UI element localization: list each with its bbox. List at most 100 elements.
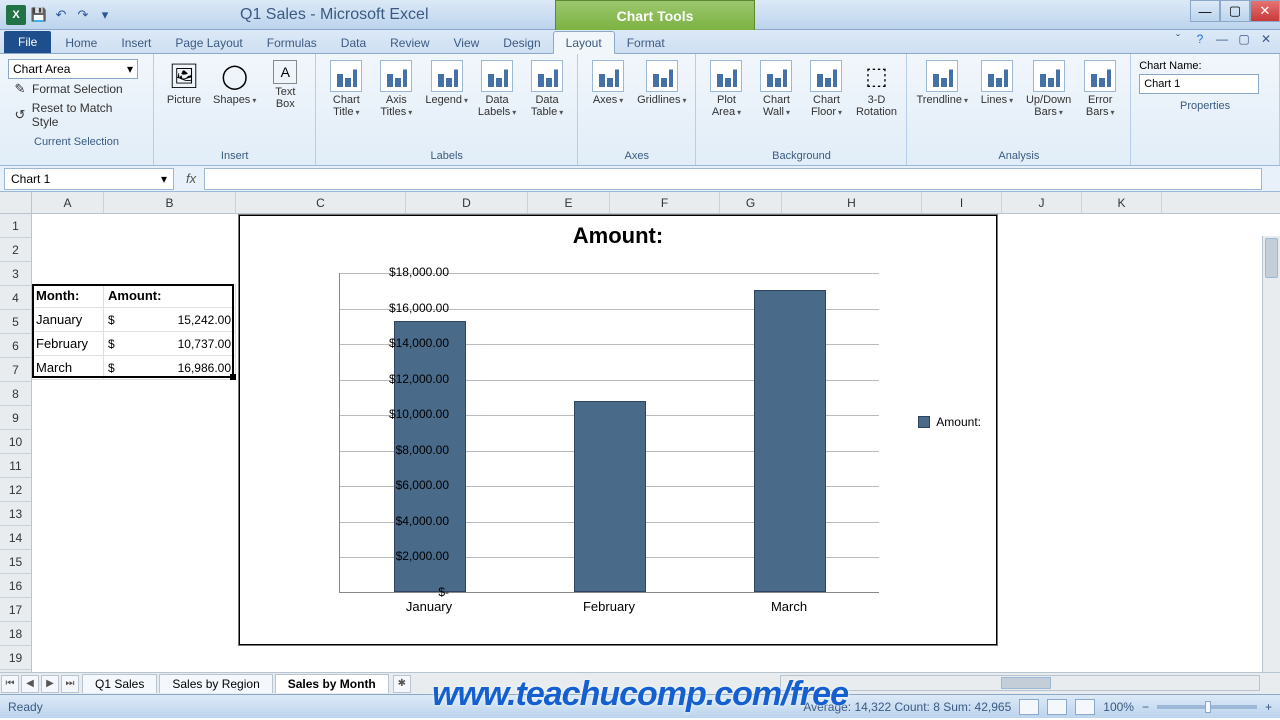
- zoom-slider[interactable]: [1157, 705, 1257, 709]
- tab-layout[interactable]: Layout: [553, 31, 615, 54]
- fx-icon[interactable]: fx: [178, 171, 204, 186]
- sheet-tab[interactable]: Sales by Region: [159, 674, 272, 693]
- close-button[interactable]: ✕: [1250, 0, 1280, 22]
- chart-floor-button[interactable]: Chart Floor: [802, 56, 850, 148]
- lines-button[interactable]: Lines: [973, 56, 1021, 148]
- tab-design[interactable]: Design: [491, 32, 552, 53]
- data-table-icon: [531, 60, 563, 92]
- axis-titles-icon: [380, 60, 412, 92]
- shapes-icon: ◯: [219, 60, 251, 92]
- group-label-current-selection: Current Selection: [6, 134, 147, 151]
- error-bars-icon: [1084, 60, 1116, 92]
- updown-icon: [1033, 60, 1065, 92]
- tab-view[interactable]: View: [442, 32, 492, 53]
- zoom-in-button[interactable]: +: [1265, 700, 1272, 714]
- tab-formulas[interactable]: Formulas: [255, 32, 329, 53]
- group-label-insert: Insert: [160, 148, 309, 165]
- axis-titles-button[interactable]: Axis Titles: [372, 56, 420, 148]
- rotation-button[interactable]: ⬚3-D Rotation: [852, 56, 900, 148]
- tab-home[interactable]: Home: [53, 32, 109, 53]
- excel-icon[interactable]: X: [6, 5, 26, 25]
- axes-icon: [592, 60, 624, 92]
- rotation-icon: ⬚: [860, 60, 892, 92]
- legend-button[interactable]: Legend: [422, 56, 471, 148]
- data-labels-button[interactable]: Data Labels: [473, 56, 521, 148]
- tab-format[interactable]: Format: [615, 32, 677, 53]
- column-headers[interactable]: ABCDEFGHIJK: [32, 192, 1280, 214]
- shapes-button[interactable]: ◯Shapes: [210, 56, 259, 148]
- qat-dropdown-icon[interactable]: ▾: [96, 6, 114, 24]
- error-bars-button[interactable]: Error Bars: [1076, 56, 1124, 148]
- help-icon[interactable]: ?: [1192, 32, 1208, 46]
- maximize-button[interactable]: ▢: [1220, 0, 1250, 22]
- zoom-out-button[interactable]: −: [1142, 700, 1149, 714]
- select-all-corner[interactable]: [0, 192, 32, 214]
- horizontal-scrollbar[interactable]: [780, 675, 1260, 691]
- undo-icon[interactable]: ↶: [52, 6, 70, 24]
- chart-tools-contextual-tab: Chart Tools: [555, 0, 755, 30]
- chart-plot-area[interactable]: [339, 273, 879, 593]
- doc-close-icon[interactable]: ✕: [1258, 32, 1274, 46]
- chart-name-input[interactable]: [1139, 74, 1259, 94]
- view-layout-button[interactable]: [1047, 699, 1067, 715]
- vertical-scrollbar[interactable]: [1262, 236, 1280, 672]
- insert-sheet-button[interactable]: ✱: [393, 675, 411, 693]
- reset-style-button[interactable]: ↺Reset to Match Style: [8, 99, 145, 131]
- axes-button[interactable]: Axes: [584, 56, 632, 148]
- tab-review[interactable]: Review: [378, 32, 441, 53]
- ribbon-minimize-icon[interactable]: ˇ: [1170, 32, 1186, 46]
- chart-title-icon: [330, 60, 362, 92]
- legend-swatch: [918, 416, 930, 428]
- sheet-tab-bar: ⏮ ◀ ▶ ⏭ Q1 Sales Sales by Region Sales b…: [0, 672, 1280, 694]
- window-title: Q1 Sales - Microsoft Excel: [240, 6, 429, 24]
- formula-input[interactable]: [204, 168, 1262, 190]
- chart-wall-icon: [760, 60, 792, 92]
- updown-bars-button[interactable]: Up/Down Bars: [1023, 56, 1074, 148]
- textbox-button[interactable]: AText Box: [261, 56, 309, 148]
- chart-legend[interactable]: Amount:: [918, 415, 981, 429]
- gridlines-button[interactable]: Gridlines: [634, 56, 689, 148]
- plot-area-button[interactable]: Plot Area: [702, 56, 750, 148]
- name-box[interactable]: Chart 1▾: [4, 168, 174, 190]
- view-pagebreak-button[interactable]: [1075, 699, 1095, 715]
- picture-icon: 🖼: [168, 60, 200, 92]
- formula-bar: Chart 1▾ fx: [0, 166, 1280, 192]
- ribbon-tabs: File Home Insert Page Layout Formulas Da…: [0, 30, 1280, 54]
- view-normal-button[interactable]: [1019, 699, 1039, 715]
- redo-icon[interactable]: ↷: [74, 6, 92, 24]
- legend-icon: [431, 60, 463, 92]
- row-headers[interactable]: 12345678910111213141516171819: [0, 214, 32, 672]
- tab-page-layout[interactable]: Page Layout: [163, 32, 254, 53]
- grid-body[interactable]: Month:Amount:JanuaryFebruaryMarch$15,242…: [32, 214, 1280, 672]
- data-table-button[interactable]: Data Table: [523, 56, 571, 148]
- tab-data[interactable]: Data: [329, 32, 378, 53]
- tab-insert[interactable]: Insert: [109, 32, 163, 53]
- lines-icon: [981, 60, 1013, 92]
- format-selection-button[interactable]: ✎Format Selection: [8, 79, 145, 99]
- sheet-tab[interactable]: Q1 Sales: [82, 674, 157, 693]
- sheet-nav-first[interactable]: ⏮: [1, 675, 19, 693]
- group-label-background: Background: [702, 148, 900, 165]
- sheet-nav-next[interactable]: ▶: [41, 675, 59, 693]
- minimize-button[interactable]: —: [1190, 0, 1220, 22]
- chart-wall-button[interactable]: Chart Wall: [752, 56, 800, 148]
- chart-title-button[interactable]: Chart Title: [322, 56, 370, 148]
- chart-name-label: Chart Name:: [1139, 60, 1271, 72]
- status-aggregate: Average: 14,322 Count: 8 Sum: 42,965: [803, 700, 1011, 714]
- sheet-nav-last[interactable]: ⏭: [61, 675, 79, 693]
- chart-element-selector[interactable]: Chart Area▾: [8, 59, 138, 79]
- tab-file[interactable]: File: [4, 31, 51, 53]
- group-label-labels: Labels: [322, 148, 571, 165]
- sheet-tab[interactable]: Sales by Month: [275, 674, 389, 693]
- doc-restore-icon[interactable]: ▢: [1236, 32, 1252, 46]
- chart-floor-icon: [810, 60, 842, 92]
- zoom-value[interactable]: 100%: [1103, 700, 1134, 714]
- save-icon[interactable]: 💾: [30, 6, 48, 24]
- chart-title[interactable]: Amount:: [239, 215, 997, 253]
- trendline-button[interactable]: Trendline: [913, 56, 970, 148]
- status-bar: Ready Average: 14,322 Count: 8 Sum: 42,9…: [0, 694, 1280, 718]
- doc-minimize-icon[interactable]: —: [1214, 32, 1230, 46]
- picture-button[interactable]: 🖼Picture: [160, 56, 208, 148]
- sheet-nav-prev[interactable]: ◀: [21, 675, 39, 693]
- embedded-chart[interactable]: Amount: $-$2,000.00$4,000.00$6,000.00$8,…: [238, 214, 998, 646]
